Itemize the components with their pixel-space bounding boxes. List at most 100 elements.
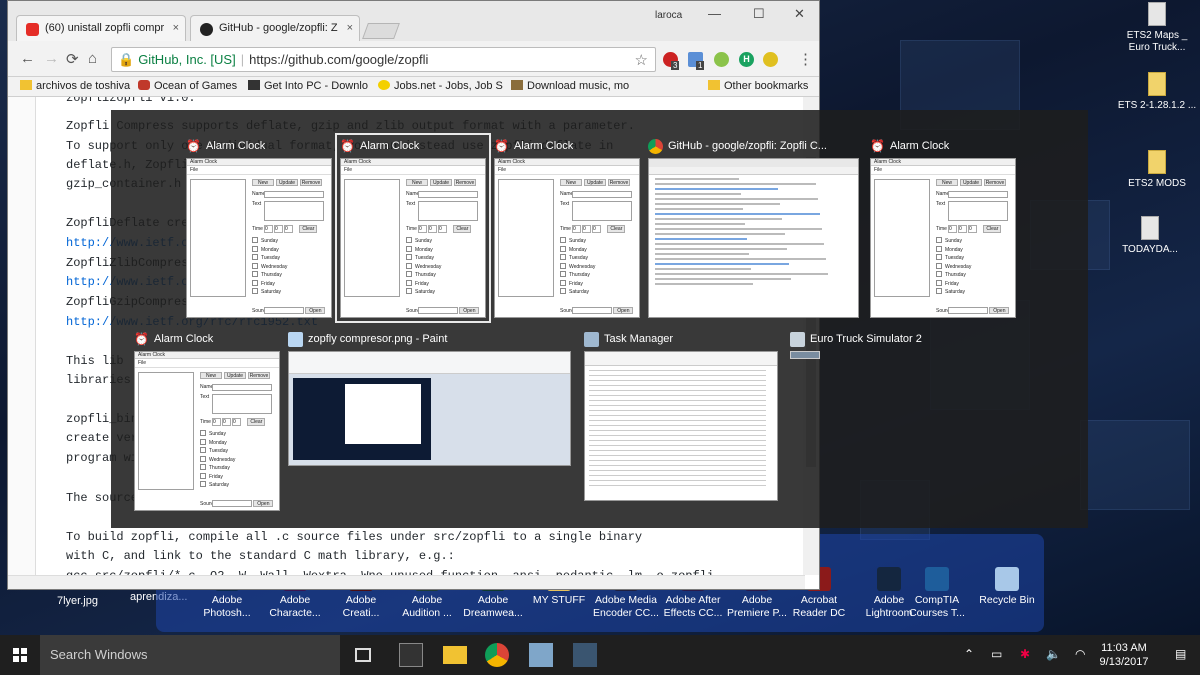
bookmark-star-icon[interactable]: ☆ [635,51,648,69]
chevron-up-icon[interactable]: ⌃ [964,647,974,661]
task-view-icon[interactable] [355,648,371,662]
alarm-clock-ui: Alarm Clock File New Update Remove Name Text Ti… [871,159,1015,314]
address-bar[interactable]: 🔒 GitHub, Inc. [US] | https://github.com/go… [111,47,656,72]
desktop-icon-ets-2-1-28[interactable]: ETS 2-1.28.1.2 ... [1117,72,1197,112]
desktop-icon-7lyer[interactable]: 7lyer.jpg [57,595,98,607]
app-icon [925,567,949,591]
back-button[interactable]: ← [20,50,35,67]
shortcut-label: Adobe Photosh... [203,594,251,619]
day-checkbox: Friday [200,473,235,482]
alarm-clock-ui: Alarm Clock File New Update Remove Name Text Ti… [341,159,485,314]
ets2-taskbar-icon[interactable] [573,643,597,667]
terminal-icon[interactable] [399,643,423,667]
field-label: Sound [560,308,575,314]
switcher-item-alarm[interactable]: ⏰ Alarm Clock Alarm Clock File New Update Remo… [134,331,280,511]
forward-button[interactable]: → [44,50,59,67]
switcher-item-taskmgr[interactable]: Task Manager [584,331,778,511]
bookmark-ocean-of-games[interactable]: Ocean of Games [138,80,237,92]
thumb-process-rows [585,370,777,486]
switcher-item-alarm[interactable]: ⏰ Alarm Clock Alarm Clock File New Update Remo… [186,138,332,318]
switcher-item-alarm[interactable]: ⏰ Alarm Clock Alarm Clock File New Update Remo… [494,138,640,318]
bookmark-label: archivos de toshiva [36,80,131,92]
window-title: Alarm Clock [135,352,279,359]
bookmark-archivos[interactable]: archivos de toshiva [20,80,130,92]
switcher-item-alarm[interactable]: ⏰ Alarm Clock Alarm Clock File New Update Remo… [870,138,1016,318]
paint-icon [288,332,303,347]
jobs-icon [378,80,390,90]
tab-youtube[interactable]: (60) unistall zopfli compr × [16,15,186,42]
menu-icon[interactable]: ⋮ [798,50,813,68]
new-tab-button[interactable] [362,23,400,39]
desktop-icon-ets2-maps[interactable]: ETS2 Maps _ Euro Truck... [1117,2,1197,54]
extension-green-icon[interactable] [714,52,729,67]
chrome-icon[interactable] [485,643,509,667]
start-button[interactable] [0,635,40,675]
shortcut-label: CompTIA Courses T... [909,594,965,619]
notification-icon[interactable]: ▤ [1175,647,1186,661]
shortcut-label: Adobe After Effects CC... [663,594,723,619]
file-explorer-icon[interactable] [443,646,467,664]
name-field: Name [560,191,632,198]
network-app-icon[interactable] [529,643,553,667]
thumb-row [589,445,766,446]
thumb-line [655,198,819,200]
close-tab-icon[interactable]: × [173,22,179,34]
switcher-item-alarm[interactable]: ⏰ Alarm Clock Alarm Clock File New Update Remo… [335,133,491,323]
open-button: Open [305,307,326,314]
switcher-title-text: Alarm Clock [514,140,574,152]
desktop-icon-todayda[interactable]: TODAYDA... [1110,216,1190,256]
window-thumbnail [648,158,859,318]
github-icon [200,23,213,36]
clear-button: Clear [247,418,266,426]
thumb-row [589,465,766,466]
switcher-item-ets[interactable]: Euro Truck Simulator 2 [790,331,922,511]
thumb-line [655,273,829,275]
name-input [212,384,272,391]
field-label: Time [252,226,263,232]
horizontal-scrollbar[interactable] [8,575,805,589]
profile-name[interactable]: laroca [655,10,682,21]
taskbar-clock[interactable]: 11:03 AM 9/13/2017 [1093,641,1155,669]
extension-yellow-icon[interactable] [763,52,778,67]
close-button[interactable]: ✕ [794,6,805,22]
time-field: Time 0 0 0 Clear [936,225,1002,233]
day-checkbox: Wednesday [936,263,971,272]
alarm-button: New [406,179,428,186]
bookmark-download-music[interactable]: Download music, mo [511,80,629,92]
day-checkbox: Saturday [936,288,971,297]
close-tab-icon[interactable]: × [347,22,353,34]
alarm-buttons: New Update Remove [200,372,272,379]
thumb-row [589,390,766,391]
text-input [572,201,632,221]
shortcut-recycle-bin[interactable]: Recycle Bin [974,567,1040,607]
field-label: Sound [252,308,267,314]
bookmark-jobs-net[interactable]: Jobs.net - Jobs, Job S [378,80,503,92]
reload-button[interactable]: ⟳ [66,50,79,68]
text-field: Text [200,394,272,414]
window-title: Alarm Clock [341,159,485,166]
bookmark-get-into-pc[interactable]: Get Into PC - Downlo [248,80,368,92]
minimize-button[interactable]: — [708,6,721,21]
thumb-row [589,440,766,441]
tab-github[interactable]: GitHub - google/zopfli: Z × [190,15,360,42]
page-line: with C, and link to the standard C math … [66,549,455,563]
volume-icon[interactable]: 🔈 [1046,647,1061,661]
switcher-item-browser[interactable]: GitHub - google/zopfli: Zopfli C... [648,138,859,318]
home-button[interactable]: ⌂ [88,50,97,67]
switcher-item-title: GitHub - google/zopfli: Zopfli C... [648,138,827,158]
desktop-icon-ets2-mods[interactable]: ETS2 MODS [1117,150,1197,190]
shortcut-comptia-courses-t[interactable]: CompTIA Courses T... [904,567,970,620]
sound-row: Sound Open [936,307,1010,314]
open-button: Open [253,500,274,507]
network-people-icon[interactable]: ✱ [1020,647,1030,661]
bookmark-other[interactable]: Other bookmarks [708,80,808,92]
search-box[interactable]: Search Windows [40,635,340,675]
day-checkbox: Sunday [560,237,595,246]
maximize-button[interactable]: ☐ [753,6,765,22]
wifi-icon[interactable]: ◠ [1075,647,1085,661]
switcher-item-paint[interactable]: zopfly compresor.png - Paint [288,331,571,511]
hola-icon[interactable]: H [739,52,754,67]
battery-icon[interactable]: ▭ [991,647,1002,661]
thumb-line [655,213,821,215]
time-spinner: 0 [958,225,967,233]
